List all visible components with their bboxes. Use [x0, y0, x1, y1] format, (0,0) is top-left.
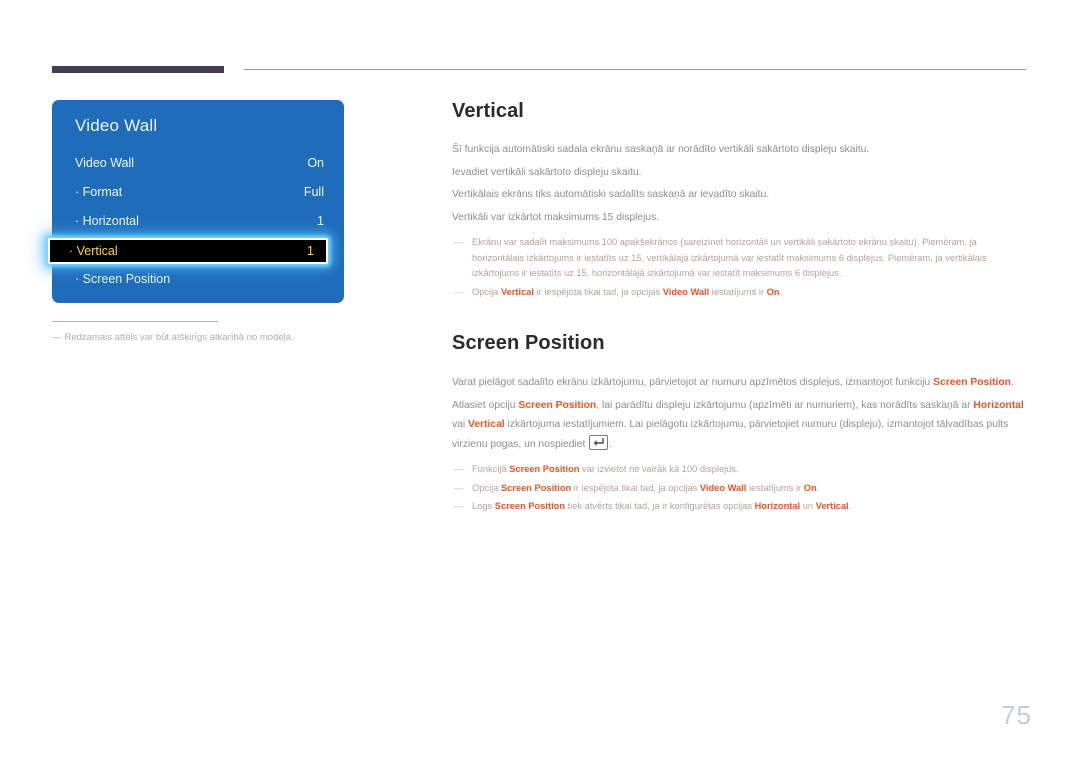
sp-keyword-screen-position: Screen Position	[933, 377, 1011, 388]
spn1-keyword: Screen Position	[509, 464, 580, 474]
page-header	[0, 0, 1080, 80]
spn3-c: tiek atvērts tikai tad, ja ir konfigurēt…	[565, 501, 755, 511]
vertical-paragraph-1: Šī funkcija automātiski sadala ekrānu sa…	[452, 144, 870, 155]
osd-row-value: Full	[303, 185, 324, 199]
spn1-c: var izvietot ne vairāk kā 100 displejus.	[579, 464, 739, 474]
sp-p2-e: vai	[452, 419, 469, 430]
sp-keyword-horizontal: Horizontal	[973, 399, 1024, 411]
spn2-e: iestatījums ir	[746, 482, 804, 493]
osd-row-vertical-selected[interactable]: · Vertical 1	[48, 237, 328, 264]
note-dash: ―	[454, 464, 464, 474]
spn3-g: .	[848, 501, 852, 511]
spn3-keyword-horizontal: Horizontal	[754, 501, 801, 511]
page-number: 75	[1001, 700, 1032, 730]
screen-position-paragraph-2: Atlasiet opciju Screen Position, lai par…	[452, 396, 1030, 455]
osd-row-vertical-slot: · Vertical 1	[48, 236, 344, 265]
article-column: Vertical Šī funkcija automātiski sadala …	[452, 100, 1030, 518]
header-accent-bar	[52, 66, 224, 73]
note-text-c: ir iespējota tikai tad, ja opcijas	[534, 286, 663, 297]
spn3-e: un	[800, 501, 816, 511]
section-screen-position: Screen Position Varat pielāgot sadalīto …	[452, 332, 1030, 515]
section-title-screen-position: Screen Position	[452, 332, 605, 354]
vertical-note-2: ― Opcija Vertical ir iespējota tikai tad,…	[452, 285, 1030, 301]
note-keyword-video-wall: Video Wall	[662, 286, 710, 297]
osd-caption-rule	[52, 321, 218, 322]
sp-p1-c: .	[1010, 377, 1014, 388]
vertical-notes: ― Ekrānu var sadalīt maksimums 100 apakše…	[452, 235, 1030, 300]
osd-row-horizontal[interactable]: · Horizontal 1	[52, 207, 344, 236]
spn2-keyword-on: On	[803, 482, 817, 493]
osd-row-video-wall[interactable]: Video Wall On	[52, 149, 344, 178]
screen-position-notes: ― Funkcijā Screen Position var izvietot n…	[452, 462, 1030, 515]
enter-key-icon	[589, 434, 609, 450]
video-wall-osd-panel: Video Wall Video Wall On · Format Full ·…	[48, 100, 344, 303]
note-dash: ―	[454, 237, 464, 247]
osd-row-label: · Vertical	[69, 243, 118, 258]
spn1-a: Funkcijā	[472, 464, 510, 474]
spn2-keyword-video-wall: Video Wall	[699, 482, 747, 493]
screen-position-paragraph-1: Varat pielāgot sadalīto ekrānu izkārtoju…	[452, 373, 1030, 393]
spn3-a: Logs	[472, 501, 495, 511]
vertical-paragraph-3: Vertikālais ekrāns tiks automātiski sada…	[452, 189, 770, 200]
screen-position-note-3: ― Logs Screen Position tiek atvērts tikai…	[452, 499, 1030, 515]
screen-position-note-2: ― Opcija Screen Position ir iespējota tik…	[452, 481, 1030, 497]
note-dash: ―	[454, 482, 464, 493]
sp-p2-c: , lai parādītu displeju izkārtojumu (apz…	[596, 399, 974, 411]
note-keyword-on: On	[766, 286, 780, 297]
caption-dash: ―	[52, 332, 62, 343]
osd-illustration-column: Video Wall Video Wall On · Format Full ·…	[48, 100, 344, 344]
spn2-a: Opcija	[472, 482, 501, 493]
sp-p2-g: izkārtojuma iestatījumiem. Lai pielāgotu…	[452, 419, 1009, 450]
spn2-g: .	[816, 482, 820, 493]
osd-row-label: Video Wall	[75, 156, 135, 170]
vertical-paragraph-2: Ievadiet vertikāli sakārtoto displeju sk…	[452, 166, 642, 178]
osd-row-label: · Screen Position	[75, 272, 171, 286]
osd-row-format[interactable]: · Format Full	[52, 178, 344, 207]
sp-p2-h: .	[609, 438, 613, 450]
osd-panel-title: Video Wall	[75, 116, 158, 135]
sp-keyword-vertical: Vertical	[468, 419, 505, 430]
note-text-g: .	[779, 286, 783, 297]
osd-row-label: · Horizontal	[75, 214, 139, 228]
header-rule-line	[244, 69, 1026, 70]
note-body: Ekrānu var sadalīt maksimums 100 apakšek…	[472, 237, 987, 278]
spn3-keyword-screen-position: Screen Position	[494, 501, 566, 511]
note-text-a: Opcija	[472, 286, 501, 297]
caption-body: Redzamais attēls var būt atšķirīgs atkar…	[64, 332, 294, 343]
section-title-vertical: Vertical	[452, 100, 524, 122]
osd-row-value: 1	[317, 214, 324, 228]
osd-row-screen-position[interactable]: · Screen Position	[52, 265, 344, 294]
spn2-c: ir iespējota tikai tad, ja opcijas	[571, 482, 700, 493]
note-dash: ―	[454, 501, 464, 511]
osd-caption-text: ― Redzamais attēls var būt atšķirīgs atka…	[52, 331, 294, 344]
screen-position-note-1: ― Funkcijā Screen Position var izvietot n…	[452, 462, 1030, 478]
note-text-e: iestatījums ir	[709, 286, 767, 297]
osd-menu-list: Video Wall On · Format Full · Horizontal…	[48, 149, 344, 294]
note-dash: ―	[454, 286, 464, 297]
osd-caption-block: ― Redzamais attēls var būt atšķirīgs atka…	[52, 321, 294, 344]
sp-p1-a: Varat pielāgot sadalīto ekrānu izkārtoju…	[452, 377, 934, 388]
spn3-keyword-vertical: Vertical	[815, 501, 849, 511]
vertical-note-1: ― Ekrānu var sadalīt maksimums 100 apakše…	[452, 235, 1030, 282]
section-vertical: Vertical Šī funkcija automātiski sadala …	[452, 100, 1030, 300]
sp-keyword-screen-position-2: Screen Position	[518, 399, 597, 411]
note-keyword-vertical: Vertical	[500, 286, 535, 297]
osd-row-value: On	[307, 156, 324, 170]
vertical-paragraph-4: Vertikāli var izkārtot maksimums 15 disp…	[452, 211, 660, 223]
osd-row-value: 1	[307, 243, 314, 258]
sp-p2-a: Atlasiet opciju	[452, 399, 519, 411]
spn2-keyword-screen-position: Screen Position	[500, 482, 572, 493]
osd-row-label: · Format	[75, 185, 123, 199]
